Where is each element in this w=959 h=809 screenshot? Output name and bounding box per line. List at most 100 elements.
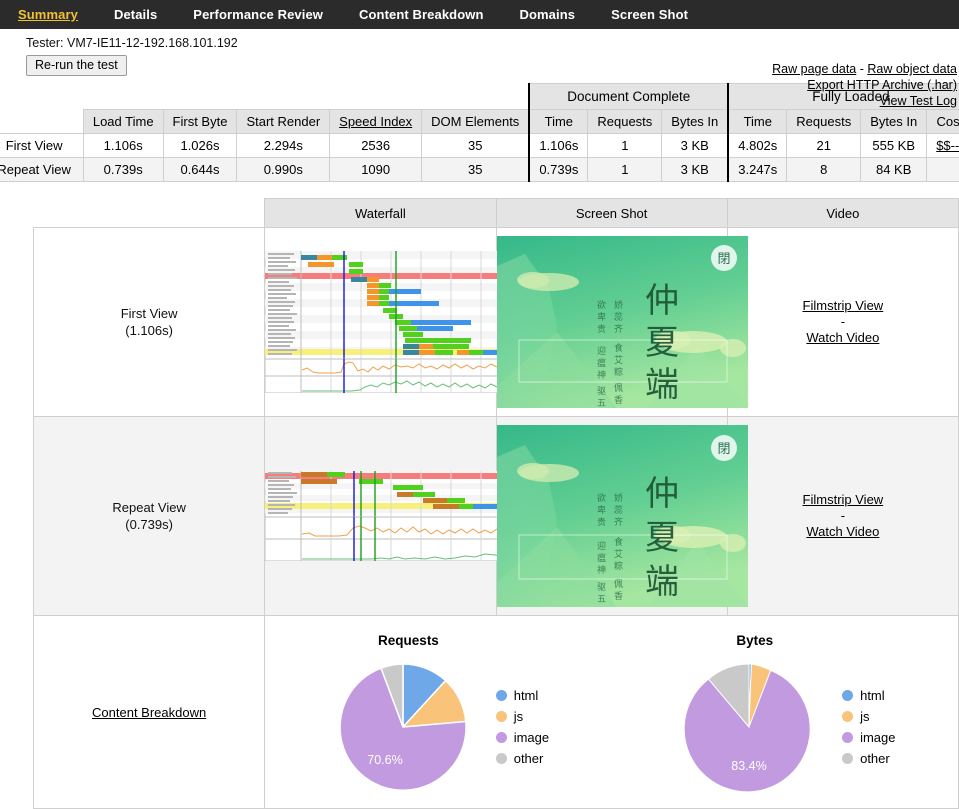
tab-summary[interactable]: Summary xyxy=(18,7,78,22)
results-grid-corner xyxy=(34,199,265,228)
tab-content-breakdown[interactable]: Content Breakdown xyxy=(359,7,483,22)
watch-video-link-first-view[interactable]: Watch Video xyxy=(729,330,957,346)
metrics-view-col-blank xyxy=(0,110,83,134)
svg-text:食: 食 xyxy=(614,342,623,354)
first-view-fl-time: 4.802s xyxy=(728,134,787,158)
header-screenshot: Screen Shot xyxy=(496,199,727,228)
metrics-corner-blank xyxy=(0,84,83,110)
svg-text:瘟: 瘟 xyxy=(597,552,606,564)
legend-item-other-requests: other xyxy=(496,748,549,769)
col-cost: Cost xyxy=(927,110,959,134)
results-row-first-view: First View (1.106s) xyxy=(34,228,959,417)
repeat-view-speed-index: 1090 xyxy=(330,158,422,182)
legend-label-other-bytes: other xyxy=(860,748,890,769)
repeat-view-fl-bytes: 84 KB xyxy=(861,158,927,182)
svg-text:端: 端 xyxy=(645,562,679,602)
filmstrip-view-link-first-view[interactable]: Filmstrip View xyxy=(729,298,957,314)
legend-swatch-other-bytes xyxy=(842,753,853,764)
metrics-row-first-view: First View 1.106s 1.026s 2.294s 2536 35 … xyxy=(0,134,959,158)
first-view-dom-elements: 35 xyxy=(422,134,530,158)
row-label-repeat-view: Repeat View xyxy=(0,158,83,182)
svg-text:迎: 迎 xyxy=(597,540,606,552)
results-grid-header-row: Waterfall Screen Shot Video xyxy=(34,199,959,228)
legend-label-js-requests: js xyxy=(514,706,523,727)
repeat-view-load-time: 0.739s xyxy=(83,158,163,182)
waterfall-cell-first-view[interactable] xyxy=(265,228,496,417)
video-links-dash-repeat-view: - xyxy=(729,508,957,524)
header-waterfall: Waterfall xyxy=(265,199,496,228)
svg-text:齐: 齐 xyxy=(614,323,623,335)
svg-text:欲: 欲 xyxy=(597,299,606,311)
svg-text:艾: 艾 xyxy=(614,549,623,560)
header-video: Video xyxy=(727,199,958,228)
first-view-fl-bytes: 555 KB xyxy=(861,134,927,158)
screenshot-thumbnail-repeat-view[interactable]: 閉 仲 夏 端 娇蕊齐 食艾粽 佩香 欲卑贵 迎瘟神 驱五 xyxy=(497,425,748,607)
svg-text:仲: 仲 xyxy=(645,474,679,514)
first-view-cost[interactable]: $$--- xyxy=(927,134,959,158)
rerun-test-button[interactable]: Re-run the test xyxy=(26,55,127,76)
screenshot-cell-first-view[interactable]: 閉 仲 夏 端 娇蕊齐 食艾粽 佩香 欲卑贵 迎瘟神 驱五 xyxy=(496,228,727,417)
col-fl-requests: Requests xyxy=(787,110,861,134)
svg-text:粽: 粽 xyxy=(614,366,623,378)
tab-details[interactable]: Details xyxy=(114,7,157,22)
col-dc-bytes-in: Bytes In xyxy=(662,110,728,134)
repeat-view-dc-bytes: 3 KB xyxy=(662,158,728,182)
col-dom-elements: DOM Elements xyxy=(422,110,530,134)
first-view-start-render: 2.294s xyxy=(237,134,330,158)
svg-text:佩: 佩 xyxy=(614,578,623,590)
results-grid-wrap: Waterfall Screen Shot Video First View (… xyxy=(33,198,929,809)
svg-text:贵: 贵 xyxy=(597,516,606,528)
screenshot-watermark: 閉 xyxy=(717,252,730,267)
legend-swatch-other-requests xyxy=(496,753,507,764)
tab-performance-review[interactable]: Performance Review xyxy=(193,7,323,22)
metrics-blank-first-byte xyxy=(163,84,237,110)
watch-video-link-repeat-view[interactable]: Watch Video xyxy=(729,524,957,540)
svg-text:瘟: 瘟 xyxy=(597,357,606,369)
tab-screen-shot[interactable]: Screen Shot xyxy=(611,7,688,22)
svg-text:欲: 欲 xyxy=(597,492,606,504)
repeat-view-dom-elements: 35 xyxy=(422,158,530,182)
row-label-first-view: First View xyxy=(0,134,83,158)
legend-swatch-image-bytes xyxy=(842,732,853,743)
repeat-view-dc-time: 0.739s xyxy=(529,158,588,182)
first-view-dc-requests: 1 xyxy=(588,134,662,158)
col-speed-index[interactable]: Speed Index xyxy=(330,110,422,134)
screenshot-thumbnail-first-view[interactable]: 閉 仲 夏 端 娇蕊齐 食艾粽 佩香 欲卑贵 迎瘟神 驱五 xyxy=(497,236,748,408)
legend-item-js-bytes: js xyxy=(842,706,895,727)
raw-page-data-link[interactable]: Raw page data xyxy=(772,62,856,76)
first-view-row-title: First View xyxy=(35,305,263,322)
view-test-log-link[interactable]: View Test Log xyxy=(880,94,957,108)
svg-text:夏: 夏 xyxy=(645,518,679,558)
tab-domains[interactable]: Domains xyxy=(519,7,575,22)
waterfall-cell-repeat-view[interactable] xyxy=(265,417,496,616)
svg-text:佩: 佩 xyxy=(614,382,623,394)
legend-label-other-requests: other xyxy=(514,748,544,769)
first-view-load-time: 1.106s xyxy=(83,134,163,158)
svg-text:神: 神 xyxy=(597,369,606,381)
results-row-label-repeat-view: Repeat View (0.739s) xyxy=(34,417,265,616)
repeat-view-dc-requests: 1 xyxy=(588,158,662,182)
legend-item-image-bytes: image xyxy=(842,727,895,748)
metrics-column-header-row: Load Time First Byte Start Render Speed … xyxy=(0,110,959,134)
svg-text:卑: 卑 xyxy=(597,311,606,323)
export-har-link[interactable]: Export HTTP Archive (.har) xyxy=(807,78,957,92)
filmstrip-view-link-repeat-view[interactable]: Filmstrip View xyxy=(729,492,957,508)
first-view-dc-time: 1.106s xyxy=(529,134,588,158)
svg-text:神: 神 xyxy=(597,564,606,576)
first-view-speed-index: 2536 xyxy=(330,134,422,158)
legend-swatch-js-requests xyxy=(496,711,507,722)
svg-text:驱: 驱 xyxy=(597,582,606,593)
col-fl-bytes-in: Bytes In xyxy=(861,110,927,134)
metrics-blank-speed-index xyxy=(330,84,422,110)
svg-text:娇: 娇 xyxy=(614,300,623,311)
pie-block-bytes: Bytes 83.4% xyxy=(612,623,958,802)
legend-label-image-requests: image xyxy=(514,727,549,748)
video-cell-first-view: Filmstrip View - Watch Video xyxy=(727,228,958,417)
content-breakdown-link[interactable]: Content Breakdown xyxy=(92,705,206,720)
pie-flex-requests: 70.6% html js xyxy=(265,652,611,802)
screenshot-cell-repeat-view[interactable]: 閉 仲 夏 端 娇蕊齐 食艾粽 佩香 欲卑贵 迎瘟神 驱五 xyxy=(496,417,727,616)
raw-object-data-link[interactable]: Raw object data xyxy=(867,62,957,76)
svg-text:五: 五 xyxy=(597,399,606,408)
legend-swatch-js-bytes xyxy=(842,711,853,722)
metrics-blank-load-time xyxy=(83,84,163,110)
